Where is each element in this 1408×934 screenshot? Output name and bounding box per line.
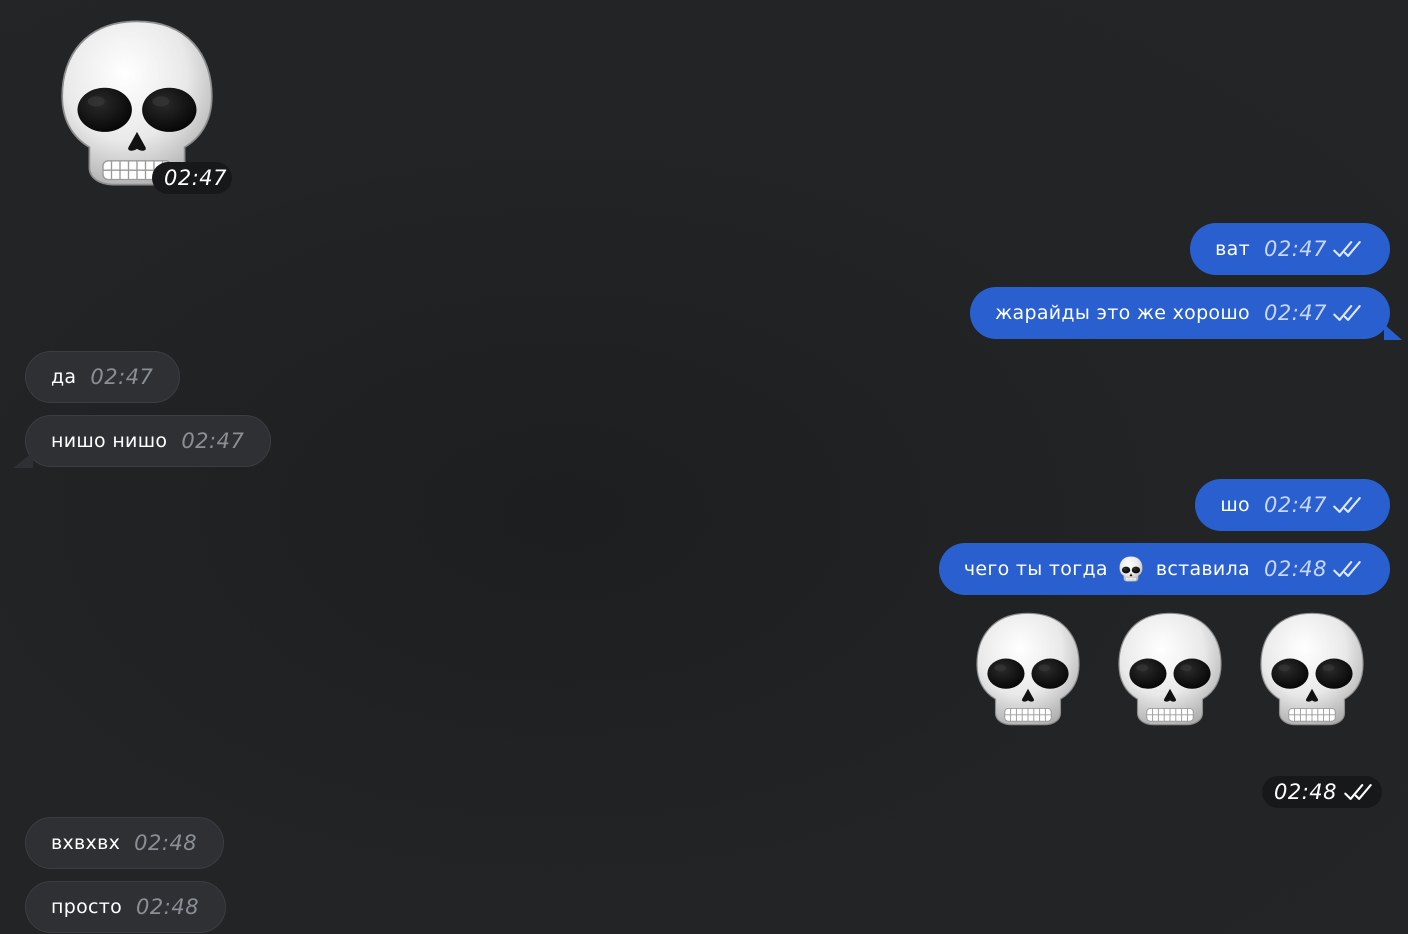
incoming-message[interactable]: нишо нишо 02:47 xyxy=(25,415,272,467)
double-check-icon xyxy=(1343,783,1373,801)
message-time: 02:48 xyxy=(1263,557,1327,581)
outgoing-message[interactable]: ват 02:47 xyxy=(1190,223,1390,275)
message-time: 02:48 xyxy=(136,895,200,919)
outgoing-message[interactable]: шо 02:47 xyxy=(1195,479,1390,531)
message-text: жарайды это же хорошо xyxy=(995,302,1250,324)
message-text: ват xyxy=(1215,238,1250,260)
double-check-icon xyxy=(1332,560,1362,578)
outgoing-message[interactable]: чего ты тогда вставила 02:48 xyxy=(938,543,1390,595)
message-text: шо xyxy=(1220,494,1250,516)
message-time: 02:48 xyxy=(134,831,198,855)
message-text: просто xyxy=(51,896,123,918)
message-text: вхвхвх xyxy=(51,832,121,854)
message-time: 02:47 xyxy=(90,365,154,389)
message-time: 02:47 xyxy=(152,162,232,194)
message-text: да xyxy=(51,366,77,388)
skull-icon[interactable] xyxy=(970,603,1086,735)
outgoing-message[interactable]: жарайды это же хорошо 02:47 xyxy=(970,287,1390,339)
incoming-message[interactable]: да 02:47 xyxy=(25,351,181,403)
double-check-icon xyxy=(1332,496,1362,514)
message-time: 02:47 xyxy=(181,429,245,453)
message-text: нишо нишо xyxy=(51,430,168,452)
bubble-tail xyxy=(13,452,33,468)
skull-icon[interactable] xyxy=(1112,603,1228,735)
skull-icon xyxy=(1118,555,1144,583)
incoming-message[interactable]: вхвхвх 02:48 xyxy=(25,817,225,869)
message-text: вставила xyxy=(1155,558,1250,580)
chat-view: 02:47 ват 02:47 жарайды это же хорошо 02… xyxy=(0,0,1408,934)
incoming-message[interactable]: просто 02:48 xyxy=(25,881,227,933)
message-time: 02:47 xyxy=(1263,301,1327,325)
skull-icon[interactable] xyxy=(1254,603,1370,735)
message-text: чего ты тогда xyxy=(963,558,1108,580)
double-check-icon xyxy=(1332,240,1362,258)
bubble-tail xyxy=(1384,324,1402,340)
message-time: 02:48 xyxy=(1262,776,1382,808)
message-time: 02:47 xyxy=(1263,237,1327,261)
message-time: 02:47 xyxy=(1263,493,1327,517)
double-check-icon xyxy=(1332,304,1362,322)
